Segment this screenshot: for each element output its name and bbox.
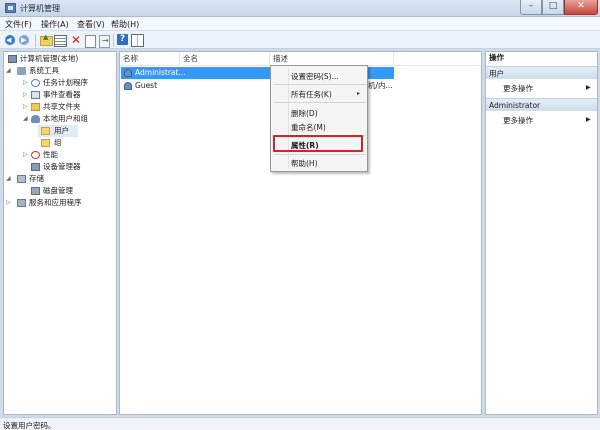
more-actions-arrow-icon: ▶ <box>586 84 591 91</box>
performance-icon <box>31 151 40 159</box>
menu-file[interactable]: 文件(F) <box>5 19 32 30</box>
expand-icon[interactable]: ▷ <box>23 149 28 161</box>
menu-divider <box>274 102 366 103</box>
menu-help[interactable]: 帮助(H) <box>111 19 139 30</box>
computer-icon <box>8 55 17 63</box>
actions-section-users[interactable]: 用户 <box>486 66 597 79</box>
users-icon <box>31 115 40 123</box>
action-more-actions[interactable]: 更多操作 <box>503 115 533 126</box>
back-icon[interactable] <box>4 33 18 47</box>
folder-icon <box>41 127 50 135</box>
menu-action[interactable]: 操作(A) <box>41 19 69 30</box>
menu-divider <box>274 84 366 85</box>
export-list-icon[interactable] <box>97 33 111 48</box>
expand-icon[interactable]: ▷ <box>23 101 28 113</box>
collapse-icon[interactable]: ◢ <box>6 173 11 185</box>
shared-folder-icon <box>31 103 40 111</box>
tree-item-task-scheduler[interactable]: ▷ 任务计划程序 <box>6 77 116 89</box>
collapse-icon[interactable]: ◢ <box>6 65 11 77</box>
close-button[interactable]: ✕ <box>564 0 598 15</box>
show-hide-console-tree-icon[interactable] <box>53 33 67 47</box>
minimize-button[interactable]: – <box>520 0 542 15</box>
highlight-box <box>273 135 363 152</box>
menu-item-all-tasks[interactable]: 所有任务(K) <box>291 89 332 100</box>
tree-item-local-users-groups[interactable]: ◢ 本地用户和组 <box>6 113 116 125</box>
status-text: 设置用户密码。 <box>3 421 56 430</box>
tree-item-groups[interactable]: 组 <box>38 137 78 149</box>
actions-section-administrator[interactable]: Administrator <box>486 98 597 111</box>
action-more-actions[interactable]: 更多操作 <box>503 83 533 94</box>
up-folder-icon[interactable] <box>39 33 53 47</box>
collapse-icon[interactable]: ◢ <box>23 113 28 125</box>
storage-icon <box>17 175 26 183</box>
submenu-arrow-icon: ▸ <box>357 90 361 97</box>
menu-view[interactable]: 查看(V) <box>77 19 105 30</box>
tree-item-services-applications[interactable]: ▷ 服务和应用程序 <box>6 197 116 209</box>
delete-icon[interactable]: ✕ <box>69 33 83 47</box>
help-icon[interactable] <box>116 33 130 47</box>
tools-icon <box>17 67 26 75</box>
title-bar: 计算机管理 – □ ✕ <box>0 0 600 17</box>
maximize-button[interactable]: □ <box>542 0 564 15</box>
toolbar-divider <box>35 34 36 47</box>
show-hide-action-pane-icon[interactable] <box>130 33 144 47</box>
menu-divider <box>274 154 366 155</box>
expand-icon[interactable]: ▷ <box>6 197 11 209</box>
clock-icon <box>31 79 40 87</box>
tree-item-device-manager[interactable]: 设备管理器 <box>6 161 116 173</box>
tree-item-performance[interactable]: ▷ 性能 <box>6 149 116 161</box>
expand-icon[interactable]: ▷ <box>23 77 28 89</box>
user-icon <box>124 69 132 77</box>
event-viewer-icon <box>31 91 40 99</box>
tree-item-event-viewer[interactable]: ▷ 事件查看器 <box>6 89 116 101</box>
window-title: 计算机管理 <box>20 4 60 13</box>
tree-item-disk-management[interactable]: 磁盘管理 <box>6 185 116 197</box>
menu-item-delete[interactable]: 删除(D) <box>291 108 318 119</box>
expand-icon[interactable]: ▷ <box>23 89 28 101</box>
toolbar-divider <box>113 34 114 47</box>
menu-item-set-password[interactable]: 设置密码(S)... <box>291 71 339 82</box>
tree-item-users[interactable]: 用户 <box>38 125 78 137</box>
context-menu: 设置密码(S)... 所有任务(K) ▸ 删除(D) 重命名(M) 属性(R) … <box>270 65 368 172</box>
menu-item-rename[interactable]: 重命名(M) <box>291 122 326 133</box>
forward-icon[interactable] <box>18 33 32 47</box>
tree-item-shared-folders[interactable]: ▷ 共享文件夹 <box>6 101 116 113</box>
device-manager-icon <box>31 163 40 171</box>
status-bar: 设置用户密码。 <box>0 417 600 430</box>
more-actions-arrow-icon: ▶ <box>586 116 591 123</box>
user-icon <box>124 82 132 90</box>
actions-pane: 操作 用户 更多操作 ▶ Administrator 更多操作 ▶ <box>485 51 598 415</box>
properties-icon[interactable] <box>83 33 97 48</box>
tree-item-system-tools[interactable]: ◢ 系统工具 <box>6 65 116 77</box>
disk-icon <box>31 187 40 195</box>
column-fullname[interactable]: 全名 <box>180 52 270 66</box>
computer-management-icon <box>5 3 16 13</box>
folder-icon <box>41 139 50 147</box>
list-header: 名称 全名 描述 <box>120 52 481 66</box>
menu-bar: 文件(F) 操作(A) 查看(V) 帮助(H) <box>0 17 600 31</box>
tree-item-computer-management[interactable]: 计算机管理(本地) <box>6 53 116 65</box>
services-icon <box>17 199 26 207</box>
column-name[interactable]: 名称 <box>120 52 180 66</box>
toolbar: ✕ <box>0 31 600 49</box>
console-tree: 计算机管理(本地) ◢ 系统工具 ▷ 任务计划程序 ▷ 事件查看器 ▷ 共享文件… <box>3 51 117 415</box>
column-description[interactable]: 描述 <box>270 52 394 66</box>
menu-item-help[interactable]: 帮助(H) <box>291 158 318 169</box>
actions-title: 操作 <box>486 52 597 64</box>
tree-item-storage[interactable]: ◢ 存储 <box>6 173 116 185</box>
